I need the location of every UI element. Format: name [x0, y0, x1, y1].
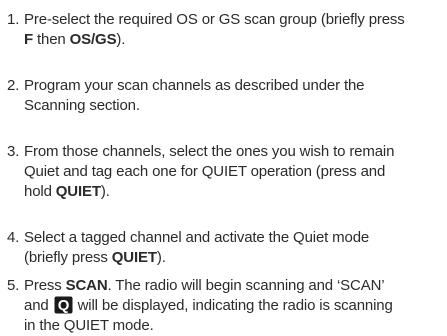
- step-text-run: Pre-select the required OS or GS scan gr…: [24, 11, 405, 28]
- step-text: Program your scan channels as described …: [24, 76, 444, 116]
- step-line: Press SCAN. The radio will begin scannin…: [24, 276, 444, 296]
- step-number: 2.: [7, 77, 20, 94]
- step-text-run: Scanning section.: [24, 97, 140, 114]
- step-text-run: From those channels, select the ones you…: [24, 143, 395, 160]
- step-text-run: Press: [24, 277, 66, 294]
- step-text: Pre-select the required OS or GS scan gr…: [24, 10, 444, 50]
- key-label: QUIET: [55, 183, 101, 200]
- step-line: Pre-select the required OS or GS scan gr…: [24, 10, 444, 30]
- step-number: 1.: [7, 11, 20, 28]
- step-text-run: ).: [156, 249, 166, 266]
- step-text-run: and: [24, 297, 53, 314]
- step-line: Quiet and tag each one for QUIET operati…: [24, 162, 444, 182]
- step-text-run: (briefly press: [24, 249, 112, 266]
- key-label: SCAN: [65, 277, 108, 294]
- step-line: in the QUIET mode.: [24, 316, 444, 336]
- step-line: and Q will be displayed, indicating the …: [24, 296, 444, 316]
- step-line: hold QUIET).: [24, 182, 444, 202]
- step-line: Scanning section.: [24, 96, 444, 116]
- step-number: 3.: [7, 143, 20, 160]
- step-number: 4.: [7, 229, 20, 246]
- step-text: Select a tagged channel and activate the…: [24, 228, 444, 268]
- step-line: (briefly press QUIET).: [24, 248, 444, 268]
- step-number: 5.: [7, 277, 20, 294]
- step-text-run: ).: [100, 183, 110, 200]
- step-text-run: Program your scan channels as described …: [24, 77, 365, 94]
- step-line: Program your scan channels as described …: [24, 76, 444, 96]
- quiet-mode-icon-letter: Q: [57, 297, 69, 314]
- step-line: From those channels, select the ones you…: [24, 142, 444, 162]
- step-line: F then OS/GS).: [24, 30, 444, 50]
- step-text-run: hold: [24, 183, 56, 200]
- step-text-run: Select a tagged channel and activate the…: [24, 229, 370, 246]
- step-line: Select a tagged channel and activate the…: [24, 228, 444, 248]
- step-text-run: in the QUIET mode.: [24, 317, 154, 334]
- key-label: OS/GS: [69, 31, 117, 48]
- step-text-run: will be displayed, indicating the radio …: [73, 297, 393, 314]
- key-label: F: [24, 31, 34, 48]
- step-text-run: Quiet and tag each one for QUIET operati…: [24, 163, 386, 180]
- step-text: Press SCAN. The radio will begin scannin…: [24, 276, 444, 336]
- key-label: QUIET: [111, 249, 157, 266]
- step-text-run: then: [33, 31, 70, 48]
- step-text: From those channels, select the ones you…: [24, 142, 444, 202]
- step-text-run: . The radio will begin scanning and ‘SCA…: [107, 277, 385, 294]
- quiet-mode-icon: Q: [54, 296, 73, 314]
- step-text-run: ).: [116, 31, 126, 48]
